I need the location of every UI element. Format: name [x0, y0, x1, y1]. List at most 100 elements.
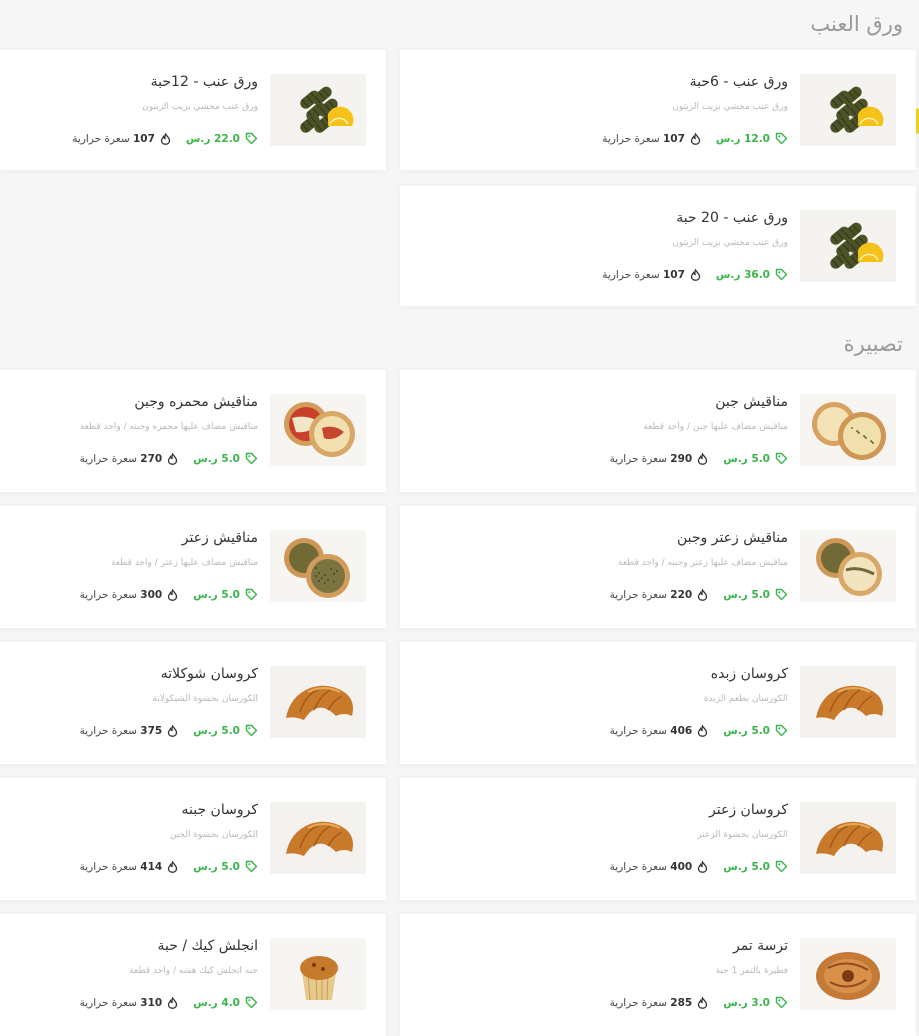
menu-item-image [270, 938, 366, 1010]
calories-flame-icon [690, 267, 701, 281]
menu-item-image [800, 802, 896, 874]
menu-item-card[interactable]: كروسان شوكلاته الكورسان بحشوة الشيكولاتة… [0, 642, 386, 764]
menu-item-calories: 400 سعرة حرارية [609, 860, 693, 873]
menu-item-meta: 22.0 ر.س 107 سعرة حرارية [72, 131, 258, 145]
menu-item-calories: 285 سعرة حرارية [609, 996, 693, 1009]
menu-item-price: 5.0 ر.س [193, 724, 240, 737]
calories-flame-icon [167, 859, 178, 873]
price-tag-icon [245, 452, 258, 465]
price-tag-icon [775, 860, 788, 873]
menu-item-card[interactable]: انجلش كيك / حبة حبه انجلش كيك هشه / واحد… [0, 914, 386, 1036]
menu-item-meta: 5.0 ر.س 290 سعرة حرارية [609, 451, 788, 465]
menu-item-calories: 220 سعرة حرارية [609, 588, 693, 601]
section-title-grape-leaves: ورق العنب [810, 12, 903, 36]
menu-item-card[interactable]: كروسان زبده الكورسان بطعم الزبدة 5.0 ر.س… [400, 642, 916, 764]
menu-item-image [270, 74, 366, 146]
menu-item-price: 5.0 ر.س [723, 588, 770, 601]
menu-item-calories: 270 سعرة حرارية [79, 452, 163, 465]
menu-item-name: ورق عنب - 20 حبة [676, 210, 788, 226]
menu-item-price: 5.0 ر.س [723, 452, 770, 465]
calories-flame-icon [697, 587, 708, 601]
menu-item-name: ورق عنب - 12حبة [150, 74, 258, 90]
menu-item-calories: 290 سعرة حرارية [609, 452, 693, 465]
menu-item-price: 4.0 ر.س [193, 996, 240, 1009]
menu-item-meta: 5.0 ر.س 300 سعرة حرارية [79, 587, 258, 601]
menu-item-card[interactable]: كروسان زعتر الكورسان بحشوة الزعتر 5.0 ر.… [400, 778, 916, 900]
menu-item-calories: 107 سعرة حرارية [602, 132, 685, 145]
menu-item-price: 22.0 ر.س [185, 132, 240, 145]
section-title-tasbira: تصبيرة [843, 332, 903, 356]
menu-item-meta: 3.0 ر.س 285 سعرة حرارية [609, 995, 788, 1009]
menu-item-image [270, 802, 366, 874]
calories-flame-icon [167, 723, 178, 737]
menu-item-name: كروسان زعتر [709, 802, 788, 818]
menu-item-name: كروسان جبنه [181, 802, 259, 818]
menu-item-image [800, 74, 896, 146]
price-tag-icon [775, 268, 788, 281]
menu-item-meta: 5.0 ر.س 375 سعرة حرارية [79, 723, 258, 737]
menu-item-price: 5.0 ر.س [193, 588, 240, 601]
menu-item-card[interactable]: مناقيش محمره وجبن مناقيش مضاف عليها محمر… [0, 370, 386, 492]
menu-item-meta: 5.0 ر.س 270 سعرة حرارية [79, 451, 258, 465]
menu-item-name: ترسة تمر [732, 938, 788, 954]
menu-item-card[interactable]: مناقيش زعتر وجبن مناقيش مضاف عليها زعتر … [400, 506, 916, 628]
menu-item-card[interactable]: ترسة تمر فطيرة بالتمر 1 حبة 3.0 ر.س 285 … [400, 914, 916, 1036]
price-tag-icon [775, 452, 788, 465]
price-tag-icon [245, 996, 258, 1009]
menu-item-description: الكورسان بحشوة الشيكولاتة [152, 694, 258, 704]
menu-item-image [800, 530, 896, 602]
menu-item-description: ورق عنب محشي بزيت الزيتون [672, 238, 788, 248]
menu-item-price: 5.0 ر.س [193, 860, 240, 873]
calories-flame-icon [690, 131, 701, 145]
menu-item-image [800, 666, 896, 738]
calories-flame-icon [167, 451, 178, 465]
menu-item-calories: 107 سعرة حرارية [602, 268, 685, 281]
menu-item-card[interactable]: كروسان جبنه الكورسان بحشوة الجبن 5.0 ر.س… [0, 778, 386, 900]
menu-item-price: 5.0 ر.س [193, 452, 240, 465]
menu-item-image [800, 394, 896, 466]
price-tag-icon [245, 132, 258, 145]
menu-item-description: ورق عنب محشي بزيت الزيتون [142, 102, 258, 112]
menu-item-calories: 406 سعرة حرارية [609, 724, 693, 737]
menu-item-description: الكورسان بحشوة الجبن [169, 830, 258, 840]
calories-flame-icon [697, 451, 708, 465]
menu-item-image [270, 530, 366, 602]
menu-item-name: انجلش كيك / حبة [157, 938, 258, 954]
menu-item-price: 36.0 ر.س [715, 268, 770, 281]
calories-flame-icon [697, 859, 708, 873]
menu-item-description: مناقيش مضاف عليها جبن / واحد قطعة [643, 422, 788, 432]
menu-item-description: ورق عنب محشي بزيت الزيتون [672, 102, 788, 112]
menu-item-image [270, 394, 366, 466]
price-tag-icon [775, 724, 788, 737]
menu-item-calories: 300 سعرة حرارية [79, 588, 163, 601]
menu-item-card[interactable]: ورق عنب - 20 حبة ورق عنب محشي بزيت الزيت… [400, 186, 916, 306]
menu-item-meta: 12.0 ر.س 107 سعرة حرارية [602, 131, 788, 145]
menu-item-price: 12.0 ر.س [715, 132, 770, 145]
price-tag-icon [775, 588, 788, 601]
menu-item-name: كروسان شوكلاته [160, 666, 258, 682]
menu-item-name: مناقيش زعتر وجبن [676, 530, 788, 546]
calories-flame-icon [697, 723, 708, 737]
menu-item-price: 5.0 ر.س [723, 860, 770, 873]
menu-item-name: مناقيش جبن [715, 394, 788, 410]
menu-item-card[interactable]: مناقيش جبن مناقيش مضاف عليها جبن / واحد … [400, 370, 916, 492]
menu-item-meta: 5.0 ر.س 220 سعرة حرارية [609, 587, 788, 601]
menu-item-card[interactable]: ورق عنب - 6حبة ورق عنب محشي بزيت الزيتون… [400, 50, 916, 170]
menu-item-card[interactable]: مناقيش زعتر مناقيش مضاف عليها زعتر / واح… [0, 506, 386, 628]
menu-item-description: الكورسان بطعم الزبدة [703, 694, 788, 704]
menu-item-calories: 375 سعرة حرارية [79, 724, 163, 737]
menu-item-description: فطيرة بالتمر 1 حبة [715, 966, 788, 976]
menu-item-price: 3.0 ر.س [723, 996, 770, 1009]
menu-item-image [800, 938, 896, 1010]
menu-item-card[interactable]: ورق عنب - 12حبة ورق عنب محشي بزيت الزيتو… [0, 50, 386, 170]
price-tag-icon [245, 860, 258, 873]
menu-item-description: حبه انجلش كيك هشه / واحد قطعة [129, 966, 258, 976]
menu-item-name: ورق عنب - 6حبة [689, 74, 788, 90]
price-tag-icon [245, 588, 258, 601]
price-tag-icon [245, 724, 258, 737]
menu-item-description: الكورسان بحشوة الزعتر [697, 830, 788, 840]
menu-item-meta: 4.0 ر.س 310 سعرة حرارية [80, 995, 258, 1009]
menu-item-image [800, 210, 896, 282]
menu-item-meta: 5.0 ر.س 414 سعرة حرارية [80, 859, 258, 873]
menu-item-name: مناقيش زعتر [181, 530, 258, 546]
